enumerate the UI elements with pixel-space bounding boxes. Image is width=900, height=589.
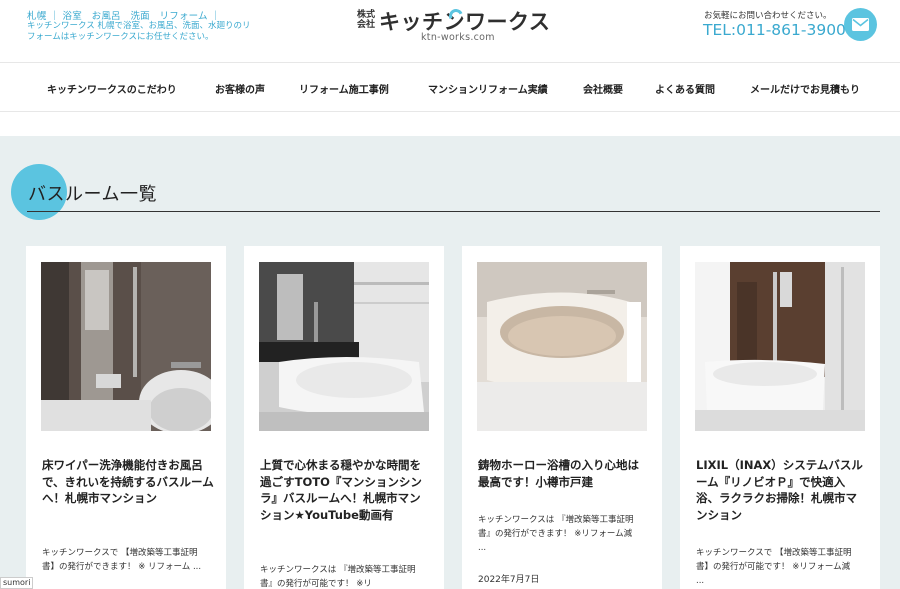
tel-link[interactable]: TEL:011-861-3900	[703, 21, 846, 39]
post-excerpt: キッチンワークスで 【増改築等工事証明書】の発行ができます！ ※ リフォーム .…	[42, 548, 202, 572]
site-header: 札幌 ｜ 浴室 お風呂 洗面 リフォーム ｜ キッチンワークス 札幌で浴室、お風…	[0, 0, 900, 62]
nav-item-estimate[interactable]: メールだけでお見積もり	[750, 81, 860, 96]
post-thumbnail[interactable]	[41, 262, 211, 431]
mail-icon	[852, 18, 869, 31]
post-card[interactable]: LIXIL（INAX）システムバスルーム『リノビオＰ』で快適入浴、ラクラクお掃除…	[680, 246, 880, 589]
page-title: バスルーム一覧	[28, 184, 157, 205]
post-date: 2022年7月7日	[478, 575, 540, 585]
nav-item-company[interactable]: 会社概要	[583, 81, 623, 96]
contact-note: お気軽にお問い合わせください。	[704, 11, 832, 21]
header-description: キッチンワークス 札幌で浴室、お風呂、洗面、水廻りのリフォームはキッチンワークス…	[27, 21, 251, 42]
post-card[interactable]: 上質で心休まる穏やかな時間を過ごすTOTO『マンションシンラ』バスルームへ！札幌…	[244, 246, 444, 589]
logo-url: ktn-works.com	[421, 32, 495, 43]
title-divider	[27, 211, 880, 212]
post-excerpt: キッチンワークスは 『増改築等工事証明書』の発行が可能です！ ※リ	[260, 565, 416, 589]
post-title[interactable]: 床ワイパー洗浄機能付きお風呂で、きれいを持続するバスルームへ！札幌市マンション	[42, 457, 214, 507]
mail-button[interactable]	[844, 8, 877, 41]
corner-tag: sumori	[0, 577, 34, 589]
nav-item-faq[interactable]: よくある質問	[655, 81, 715, 96]
post-card[interactable]: 床ワイパー洗浄機能付きお風呂で、きれいを持続するバスルームへ！札幌市マンション …	[26, 246, 226, 589]
post-thumbnail[interactable]	[259, 262, 429, 431]
nav-item-voice[interactable]: お客様の声	[215, 81, 265, 96]
post-title[interactable]: 上質で心休まる穏やかな時間を過ごすTOTO『マンションシンラ』バスルームへ！札幌…	[260, 457, 432, 523]
nav-item-mansion[interactable]: マンションリフォーム実績	[428, 81, 548, 96]
post-card[interactable]: 鋳物ホーロー浴槽の入り心地は最高です！小樽市戸建 キッチンワークスは 『増改築等…	[462, 246, 662, 589]
logo-kaisha: 株式会社	[357, 10, 376, 30]
site-logo[interactable]: 株式会社 キッチンワークス ktn-works.com	[357, 6, 557, 46]
nav-item-cases[interactable]: リフォーム施工事例	[299, 81, 389, 96]
post-excerpt: キッチンワークスは 『増改築等工事証明書』の発行ができます！ ※リフォーム減 .…	[478, 515, 634, 553]
post-excerpt: キッチンワークスで 【増改築等工事証明書】の発行が可能です！ ※リフォーム減 .…	[696, 548, 852, 586]
nav-item-kodawari[interactable]: キッチンワークスのこだわり	[47, 81, 177, 96]
main-nav: キッチンワークスのこだわり お客様の声 リフォーム施工事例 マンションリフォーム…	[0, 62, 900, 112]
post-title[interactable]: 鋳物ホーロー浴槽の入り心地は最高です！小樽市戸建	[478, 457, 650, 490]
post-thumbnail[interactable]	[477, 262, 647, 431]
main-content: バスルーム一覧 床ワイパー洗浄機能付きお風呂で、きれいを持続するバスルームへ！札…	[0, 136, 900, 589]
header-tagline: 札幌 ｜ 浴室 お風呂 洗面 リフォーム ｜	[27, 11, 221, 22]
post-title[interactable]: LIXIL（INAX）システムバスルーム『リノビオＰ』で快適入浴、ラクラクお掃除…	[696, 457, 868, 523]
post-thumbnail[interactable]	[695, 262, 865, 431]
